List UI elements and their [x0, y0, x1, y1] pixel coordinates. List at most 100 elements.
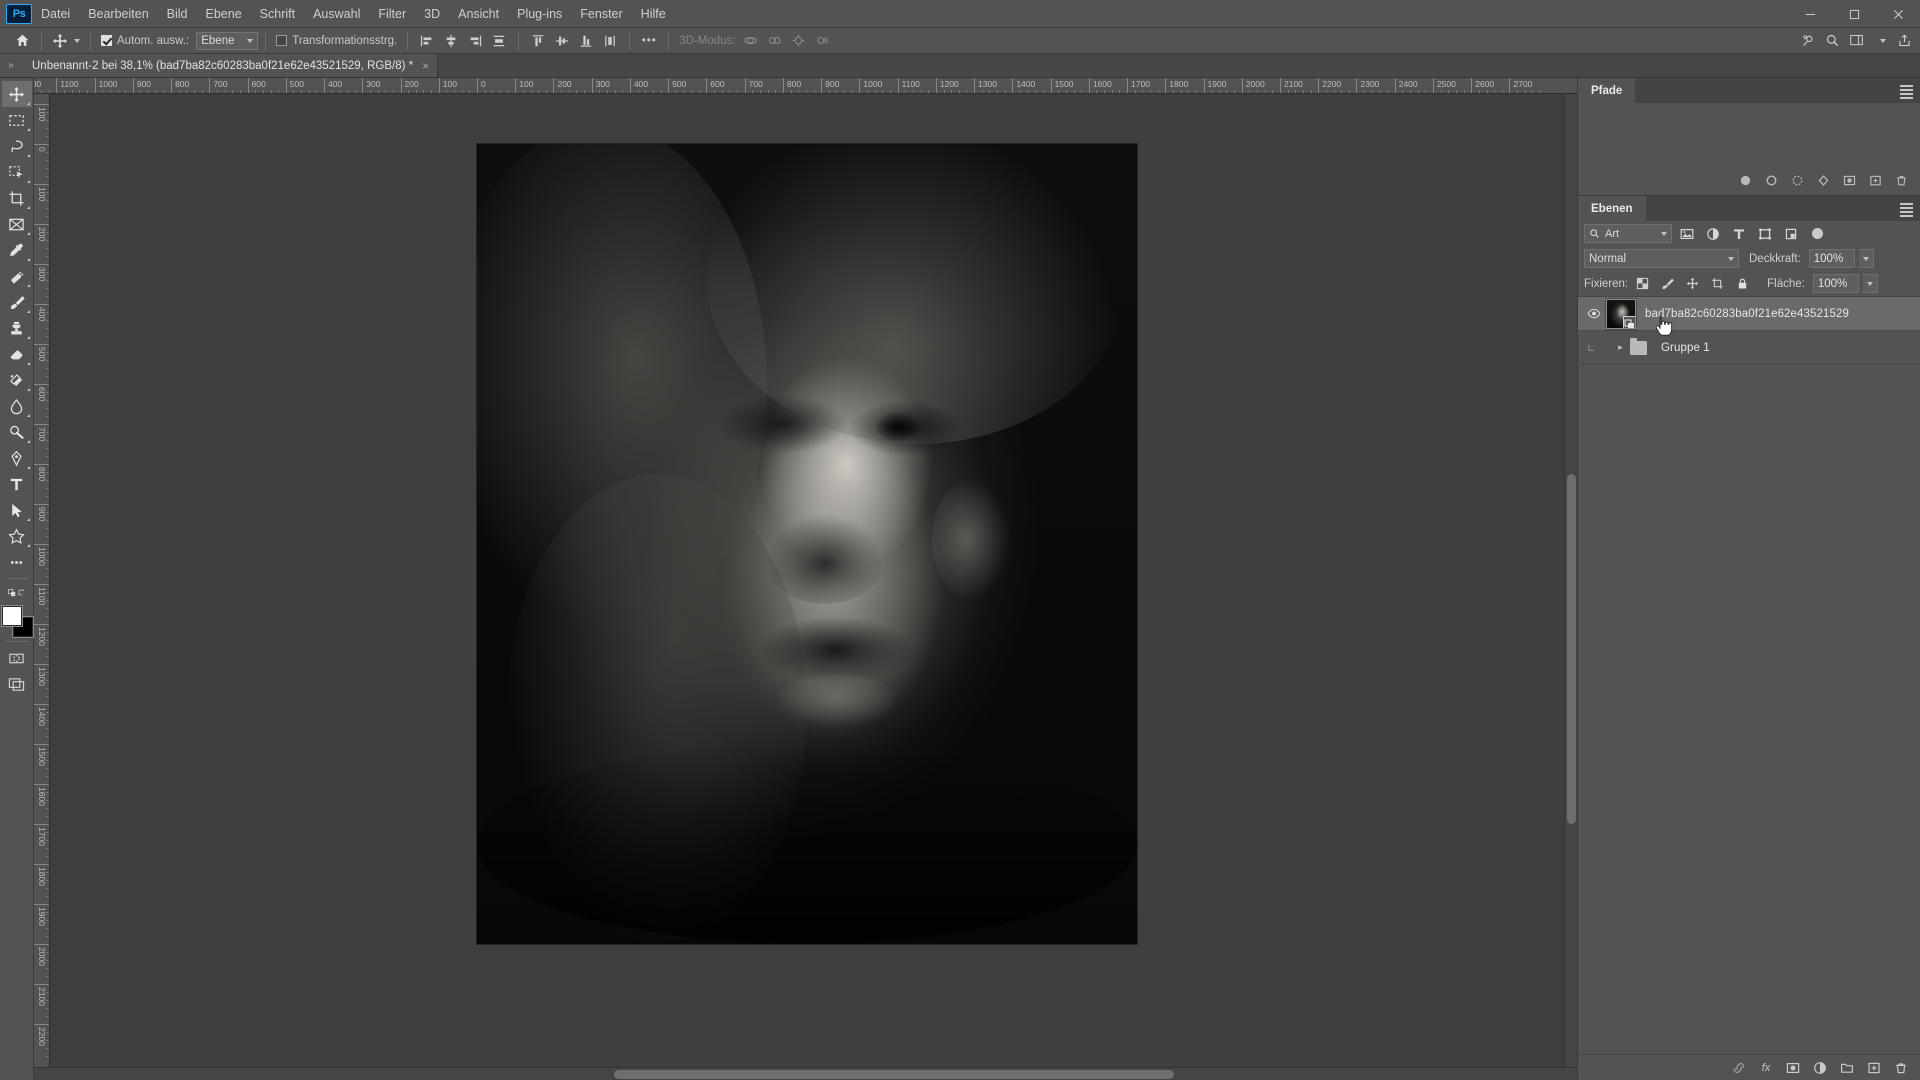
- add-mask-icon[interactable]: [1836, 170, 1862, 190]
- current-tool-button[interactable]: [49, 28, 83, 54]
- delete-path-icon[interactable]: [1888, 170, 1914, 190]
- maximize-button[interactable]: [1832, 0, 1876, 28]
- expand-panels-arrow[interactable]: »: [0, 54, 22, 77]
- filter-enable-toggle[interactable]: [1812, 228, 1823, 239]
- object-selection-tool[interactable]: [2, 159, 32, 185]
- scrollbar-thumb[interactable]: [1567, 474, 1576, 824]
- type-tool[interactable]: [2, 471, 32, 497]
- rectangular-marquee-tool[interactable]: [2, 107, 32, 133]
- filter-pixel-icon[interactable]: [1676, 224, 1698, 243]
- transform-controls-checkbox[interactable]: Transformationsstrg.: [273, 28, 400, 54]
- search-icon[interactable]: [1820, 28, 1844, 54]
- lock-all-icon[interactable]: [1732, 274, 1753, 293]
- workspace-caret[interactable]: [1868, 28, 1892, 54]
- align-top-edges-button[interactable]: [526, 28, 550, 54]
- home-icon[interactable]: [10, 28, 34, 54]
- add-layer-mask-icon[interactable]: [1780, 1057, 1806, 1079]
- menu-item-ansicht[interactable]: Ansicht: [449, 2, 508, 26]
- menu-item-3d[interactable]: 3D: [415, 2, 449, 26]
- horizontal-ruler[interactable]: 1200110010009008007006005004003002001000…: [34, 78, 1577, 94]
- tab-ebenen[interactable]: Ebenen: [1578, 196, 1646, 221]
- align-vertical-centers-button[interactable]: [550, 28, 574, 54]
- lock-transparent-pixels-icon[interactable]: [1632, 274, 1653, 293]
- menu-item-datei[interactable]: Datei: [32, 2, 79, 26]
- default-colors-and-swap[interactable]: [2, 582, 32, 602]
- edit-toolbar-button[interactable]: [2, 549, 32, 575]
- screen-mode-icon[interactable]: [2, 671, 32, 697]
- new-fill-adjustment-layer-icon[interactable]: [1807, 1057, 1833, 1079]
- gradient-tool[interactable]: [2, 367, 32, 393]
- menu-item-fenster[interactable]: Fenster: [571, 2, 631, 26]
- move-tool[interactable]: [1, 81, 32, 107]
- tool-preset-caret[interactable]: [74, 38, 80, 43]
- lasso-tool[interactable]: [2, 133, 32, 159]
- auto-select-scope-dropdown[interactable]: Ebene: [196, 31, 259, 50]
- filter-adjustment-icon[interactable]: [1702, 224, 1724, 243]
- canvas-horizontal-scrollbar[interactable]: [34, 1067, 1577, 1080]
- canvas-stage[interactable]: [50, 94, 1564, 1067]
- menu-item-filter[interactable]: Filter: [369, 2, 415, 26]
- lock-position-icon[interactable]: [1682, 274, 1703, 293]
- make-work-path-icon[interactable]: [1810, 170, 1836, 190]
- dodge-tool[interactable]: [2, 419, 32, 445]
- menu-item-auswahl[interactable]: Auswahl: [304, 2, 369, 26]
- document-canvas[interactable]: [477, 144, 1137, 944]
- link-layers-icon[interactable]: [1726, 1057, 1752, 1079]
- layer-visibility-icon[interactable]: [1584, 308, 1604, 319]
- blur-tool[interactable]: [2, 393, 32, 419]
- pfade-panel-body[interactable]: [1578, 103, 1920, 196]
- lock-image-pixels-icon[interactable]: [1657, 274, 1678, 293]
- align-right-edges-button[interactable]: [463, 28, 487, 54]
- slide-3d-icon[interactable]: [811, 28, 835, 54]
- scrollbar-thumb[interactable]: [614, 1070, 1174, 1079]
- layer-name[interactable]: Gruppe 1: [1661, 342, 1710, 354]
- align-left-edges-button[interactable]: [415, 28, 439, 54]
- opacity-stepper[interactable]: [1858, 249, 1874, 268]
- more-options-button[interactable]: •••: [637, 28, 661, 54]
- layer-visibility-icon[interactable]: [1584, 342, 1604, 353]
- distribute-horizontally-button[interactable]: [487, 28, 511, 54]
- transform-controls-check[interactable]: [276, 35, 288, 46]
- clone-stamp-tool[interactable]: [2, 315, 32, 341]
- workspace-switcher-button[interactable]: [1844, 28, 1868, 54]
- shape-tool[interactable]: [2, 523, 32, 549]
- auto-select-check[interactable]: [101, 35, 112, 46]
- layer-style-fx-icon[interactable]: fx: [1753, 1057, 1779, 1079]
- chevron-right-icon[interactable]: ▸: [1614, 342, 1627, 353]
- share-icon[interactable]: [1892, 28, 1916, 54]
- load-selection-icon[interactable]: [1784, 170, 1810, 190]
- layer-thumbnail[interactable]: [1606, 298, 1636, 329]
- panel-menu-icon[interactable]: [1900, 85, 1913, 101]
- canvas-vertical-scrollbar[interactable]: [1564, 94, 1577, 1067]
- table-row[interactable]: bad7ba82c60283ba0f21e62e43521529: [1578, 297, 1920, 336]
- menu-item-ebene[interactable]: Ebene: [197, 2, 251, 26]
- new-layer-icon[interactable]: [1861, 1057, 1887, 1079]
- pan-3d-icon[interactable]: [787, 28, 811, 54]
- layer-filter-dropdown[interactable]: Art: [1584, 224, 1672, 243]
- auto-select-checkbox[interactable]: Autom. ausw.:: [98, 28, 192, 54]
- fill-stepper[interactable]: [1862, 274, 1878, 293]
- layer-list[interactable]: bad7ba82c60283ba0f21e62e43521529 ▸ Grupp…: [1578, 296, 1920, 1054]
- stroke-path-icon[interactable]: [1758, 170, 1784, 190]
- panel-menu-icon[interactable]: [1900, 203, 1913, 219]
- filter-smartobject-icon[interactable]: [1780, 224, 1802, 243]
- filter-type-icon[interactable]: [1728, 224, 1750, 243]
- delete-layer-icon[interactable]: [1888, 1057, 1914, 1079]
- fill-path-icon[interactable]: [1732, 170, 1758, 190]
- lock-artboard-nesting-icon[interactable]: [1707, 274, 1728, 293]
- align-bottom-edges-button[interactable]: [574, 28, 598, 54]
- discover-search-icon[interactable]: [1796, 28, 1820, 54]
- minimize-button[interactable]: [1788, 0, 1832, 28]
- orbit-3d-icon[interactable]: [739, 28, 763, 54]
- menu-item-bearbeiten[interactable]: Bearbeiten: [79, 2, 157, 26]
- document-tab[interactable]: Unbenannt-2 bei 38,1% (bad7ba82c60283ba0…: [22, 54, 439, 77]
- menu-item-bild[interactable]: Bild: [158, 2, 197, 26]
- table-row[interactable]: ▸ Gruppe 1: [1578, 331, 1920, 365]
- close-icon[interactable]: ×: [422, 59, 429, 73]
- spot-healing-brush-tool[interactable]: [2, 263, 32, 289]
- opacity-field[interactable]: 100%: [1808, 249, 1855, 268]
- layer-name[interactable]: bad7ba82c60283ba0f21e62e43521529: [1645, 308, 1849, 320]
- new-path-icon[interactable]: [1862, 170, 1888, 190]
- path-selection-tool[interactable]: [2, 497, 32, 523]
- eyedropper-tool[interactable]: [2, 237, 32, 263]
